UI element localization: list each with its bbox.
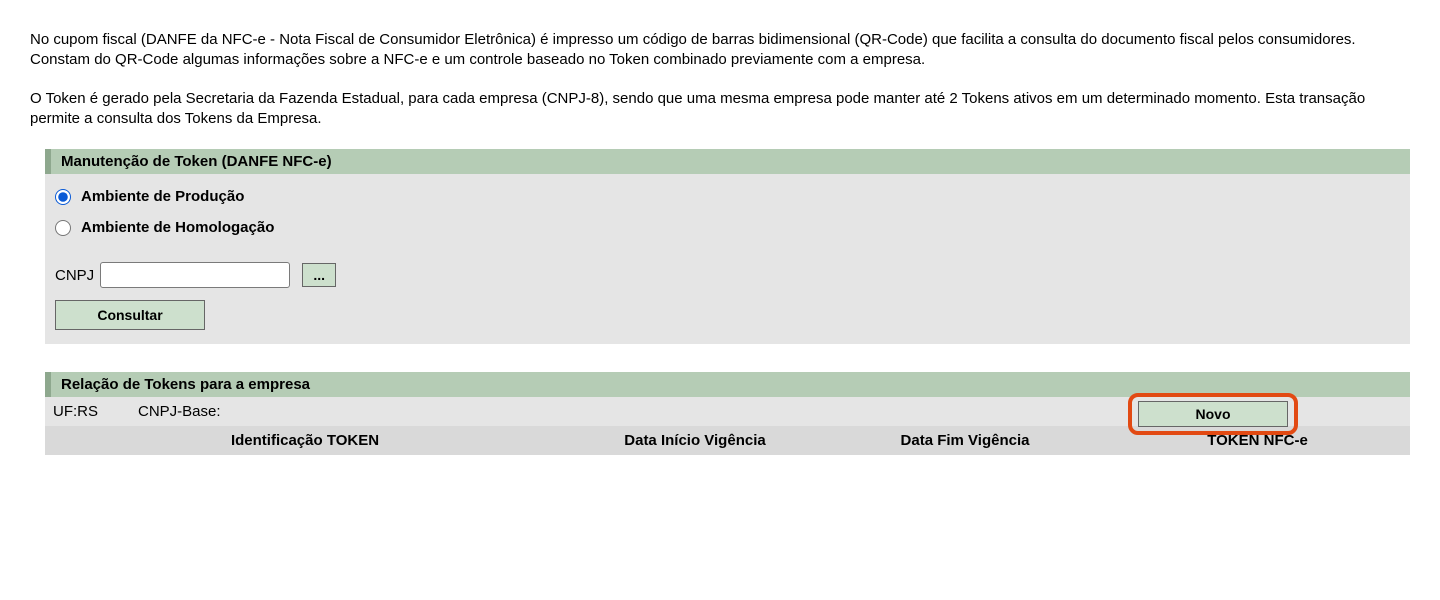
token-list-info-row: UF:RS CNPJ-Base: Novo (45, 397, 1410, 426)
intro-paragraph-2: O Token é gerado pela Secretaria da Faze… (30, 89, 1410, 130)
token-maintenance-panel: Manutenção de Token (DANFE NFC-e) Ambien… (45, 149, 1410, 344)
radio-ambiente-producao[interactable] (55, 189, 71, 205)
radio-ambiente-homologacao[interactable] (55, 220, 71, 236)
token-maintenance-title: Manutenção de Token (DANFE NFC-e) (45, 149, 1410, 174)
uf-value: RS (77, 403, 98, 420)
intro-paragraph-1: No cupom fiscal (DANFE da NFC-e - Nota F… (30, 30, 1410, 71)
consultar-button[interactable]: Consultar (55, 300, 205, 330)
cnpj-base-label: CNPJ-Base: (138, 403, 221, 420)
cnpj-lookup-button[interactable]: ... (302, 263, 336, 287)
radio-ambiente-homologacao-label: Ambiente de Homologação (81, 219, 274, 236)
radio-ambiente-producao-label: Ambiente de Produção (81, 188, 244, 205)
cnpj-input[interactable] (100, 262, 290, 288)
col-data-inicio: Data Início Vigência (565, 426, 825, 455)
token-list-panel: Relação de Tokens para a empresa UF:RS C… (45, 372, 1410, 455)
novo-highlight: Novo (1128, 393, 1298, 435)
uf-label: UF: (53, 403, 77, 420)
novo-button[interactable]: Novo (1138, 401, 1288, 427)
cnpj-label: CNPJ (55, 267, 94, 284)
col-identificacao-token: Identificação TOKEN (45, 426, 565, 455)
col-data-fim: Data Fim Vigência (825, 426, 1105, 455)
